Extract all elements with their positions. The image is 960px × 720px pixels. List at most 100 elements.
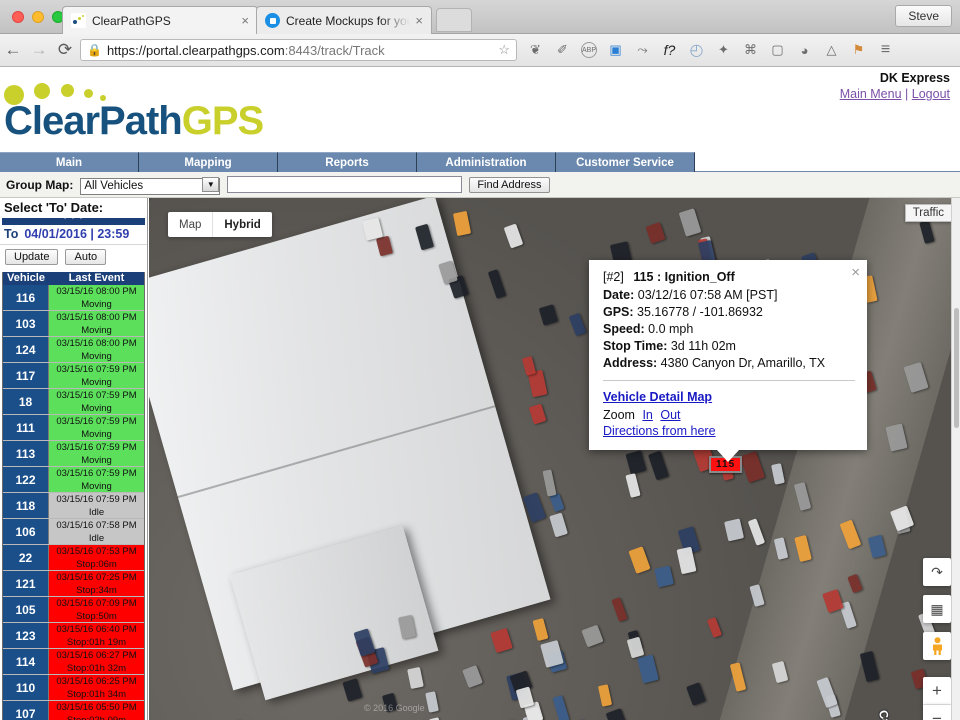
address-bar[interactable]: 🔒 https://portal.clearpathgps.com:8443/t… [80, 39, 517, 61]
vehicle-last-event[interactable]: 03/15/16 07:59 PM Moving [49, 441, 144, 466]
vehicle-id[interactable]: 110 [3, 675, 49, 700]
vehicle-id[interactable]: 114 [3, 649, 49, 674]
zoom-in-button[interactable]: + [923, 677, 951, 705]
zoom-out-link[interactable]: Out [660, 408, 680, 422]
vehicle-row[interactable]: 123 03/15/16 06:40 PM Stop:01h 19m [3, 623, 144, 649]
group-map-select[interactable]: All Vehicles [80, 178, 221, 195]
vehicle-last-event[interactable]: 03/15/16 07:58 PM Idle [49, 519, 144, 544]
vehicle-row[interactable]: 117 03/15/16 07:59 PM Moving [3, 363, 144, 389]
vehicle-detail-map-link[interactable]: Vehicle Detail Map [603, 390, 712, 404]
tilt-map-icon[interactable]: ▦ [923, 595, 951, 623]
close-tab-icon[interactable]: × [415, 13, 423, 28]
group-map-select-wrapper[interactable]: All Vehicles ▼ [80, 176, 221, 195]
street-view-pegman-icon[interactable] [923, 632, 951, 660]
vehicle-id[interactable]: 106 [3, 519, 49, 544]
vehicle-last-event[interactable]: 03/15/16 05:50 PM Stop:02h 09m [49, 701, 144, 720]
back-icon[interactable]: ← [0, 40, 26, 60]
vehicle-last-event[interactable]: 03/15/16 07:59 PM Moving [49, 467, 144, 492]
vehicle-id[interactable]: 111 [3, 415, 49, 440]
chrome-menu-icon[interactable]: ≡ [873, 38, 898, 62]
vehicle-last-event[interactable]: 03/15/16 06:27 PM Stop:01h 32m [49, 649, 144, 674]
vehicle-row[interactable]: 22 03/15/16 07:53 PM Stop:06m [3, 545, 144, 571]
nav-tab-administration[interactable]: Administration [417, 152, 556, 172]
vehicle-last-event[interactable]: 03/15/16 07:59 PM Moving [49, 389, 144, 414]
vehicle-row[interactable]: 116 03/15/16 08:00 PM Moving [3, 285, 144, 311]
vehicle-row[interactable]: 122 03/15/16 07:59 PM Moving [3, 467, 144, 493]
map-scrollbar[interactable] [951, 198, 960, 720]
reload-icon[interactable]: ⟳ [52, 40, 78, 60]
vehicle-row[interactable]: 113 03/15/16 07:59 PM Moving [3, 441, 144, 467]
nav-tab-customer-service[interactable]: Customer Service [556, 152, 695, 172]
auto-button[interactable]: Auto [65, 249, 107, 265]
pie-chart-icon[interactable]: ◕ [792, 38, 817, 62]
vehicle-last-event[interactable]: 03/15/16 07:25 PM Stop:34m [49, 571, 144, 596]
signpost-icon[interactable]: ⚑ [846, 38, 871, 62]
adblock-plus-icon[interactable]: ABP [581, 42, 597, 58]
vehicle-row[interactable]: 111 03/15/16 07:59 PM Moving [3, 415, 144, 441]
column-header-last-event[interactable]: Last Event [49, 272, 144, 285]
vehicle-id[interactable]: 121 [3, 571, 49, 596]
font-finder-icon[interactable]: f? [657, 38, 682, 62]
nav-tab-reports[interactable]: Reports [278, 152, 417, 172]
address-search-input[interactable] [227, 176, 463, 193]
vehicle-row[interactable]: 118 03/15/16 07:59 PM Idle [3, 493, 144, 519]
vehicle-row[interactable]: 106 03/15/16 07:58 PM Idle [3, 519, 144, 545]
bluetooth-tag-icon[interactable]: ▣ [603, 38, 628, 62]
vehicle-id[interactable]: 124 [3, 337, 49, 362]
browser-tab-clearpathgps[interactable]: ClearPathGPS × [62, 6, 258, 34]
nav-tab-mapping[interactable]: Mapping [139, 152, 278, 172]
vehicle-id[interactable]: 113 [3, 441, 49, 466]
vehicle-id[interactable]: 18 [3, 389, 49, 414]
forward-icon[interactable]: → [26, 40, 52, 60]
eyedropper-icon[interactable]: ✐ [550, 38, 575, 62]
vehicle-row[interactable]: 103 03/15/16 08:00 PM Moving [3, 311, 144, 337]
vehicle-id[interactable]: 116 [3, 285, 49, 310]
vehicle-id[interactable]: 123 [3, 623, 49, 648]
vehicle-id[interactable]: 103 [3, 311, 49, 336]
minimize-window-button[interactable] [32, 11, 44, 23]
vehicle-id[interactable]: 107 [3, 701, 49, 720]
vehicle-row[interactable]: 121 03/15/16 07:25 PM Stop:34m [3, 571, 144, 597]
google-translate-icon[interactable]: ⌘ [738, 38, 763, 62]
clearpathgps-logo[interactable]: ClearPathGPS [4, 83, 264, 144]
vehicle-last-event[interactable]: 03/15/16 08:00 PM Moving [49, 337, 144, 362]
vehicle-row[interactable]: 105 03/15/16 07:09 PM Stop:50m [3, 597, 144, 623]
vehicle-id[interactable]: 22 [3, 545, 49, 570]
gift-box-icon[interactable]: ▢ [765, 38, 790, 62]
profile-button[interactable]: Steve [895, 5, 952, 27]
map-type-map-button[interactable]: Map [168, 212, 212, 237]
close-icon[interactable]: × [851, 264, 860, 281]
main-menu-link[interactable]: Main Menu [840, 87, 902, 101]
vehicle-row[interactable]: 114 03/15/16 06:27 PM Stop:01h 32m [3, 649, 144, 675]
browser-tab-create-mockups[interactable]: Create Mockups for your ap × [256, 6, 432, 34]
vehicle-last-event[interactable]: 03/15/16 07:59 PM Moving [49, 363, 144, 388]
bookmark-star-icon[interactable]: ☆ [498, 42, 512, 58]
vehicle-last-event[interactable]: 03/15/16 07:59 PM Moving [49, 415, 144, 440]
vehicle-row[interactable]: 124 03/15/16 08:00 PM Moving [3, 337, 144, 363]
to-date-value[interactable]: 04/01/2016 | 23:59 [24, 227, 129, 241]
traffic-toggle-button[interactable]: Traffic [904, 204, 952, 222]
map-canvas[interactable]: Canyon Dr © 2016 Google Map Hybrid Traff… [149, 198, 960, 720]
update-button[interactable]: Update [5, 249, 59, 265]
nav-tab-main[interactable]: Main [0, 152, 139, 172]
vehicle-row[interactable]: 110 03/15/16 06:25 PM Stop:01h 34m [3, 675, 144, 701]
vehicle-id[interactable]: 117 [3, 363, 49, 388]
google-drive-icon[interactable]: △ [819, 38, 844, 62]
directions-from-here-link[interactable]: Directions from here [603, 424, 855, 438]
vehicle-row[interactable]: 18 03/15/16 07:59 PM Moving [3, 389, 144, 415]
vehicle-row[interactable]: 107 03/15/16 05:50 PM Stop:02h 09m [3, 701, 144, 720]
logout-link[interactable]: Logout [912, 87, 950, 101]
new-tab-button[interactable] [436, 8, 472, 32]
vehicle-last-event[interactable]: 03/15/16 06:40 PM Stop:01h 19m [49, 623, 144, 648]
vehicle-id[interactable]: 118 [3, 493, 49, 518]
vehicle-id[interactable]: 122 [3, 467, 49, 492]
vehicle-last-event[interactable]: 03/15/16 06:25 PM Stop:01h 34m [49, 675, 144, 700]
map-type-hybrid-button[interactable]: Hybrid [212, 212, 271, 237]
vehicle-last-event[interactable]: 03/15/16 08:00 PM Moving [49, 311, 144, 336]
pin-tool-icon[interactable]: ⤳ [630, 38, 655, 62]
vehicle-last-event[interactable]: 03/15/16 07:59 PM Idle [49, 493, 144, 518]
column-header-vehicle[interactable]: Vehicle [3, 272, 49, 285]
evernote-icon[interactable]: ❦ [523, 38, 548, 62]
scrollbar-thumb[interactable] [954, 308, 959, 428]
find-address-button[interactable]: Find Address [469, 176, 550, 193]
